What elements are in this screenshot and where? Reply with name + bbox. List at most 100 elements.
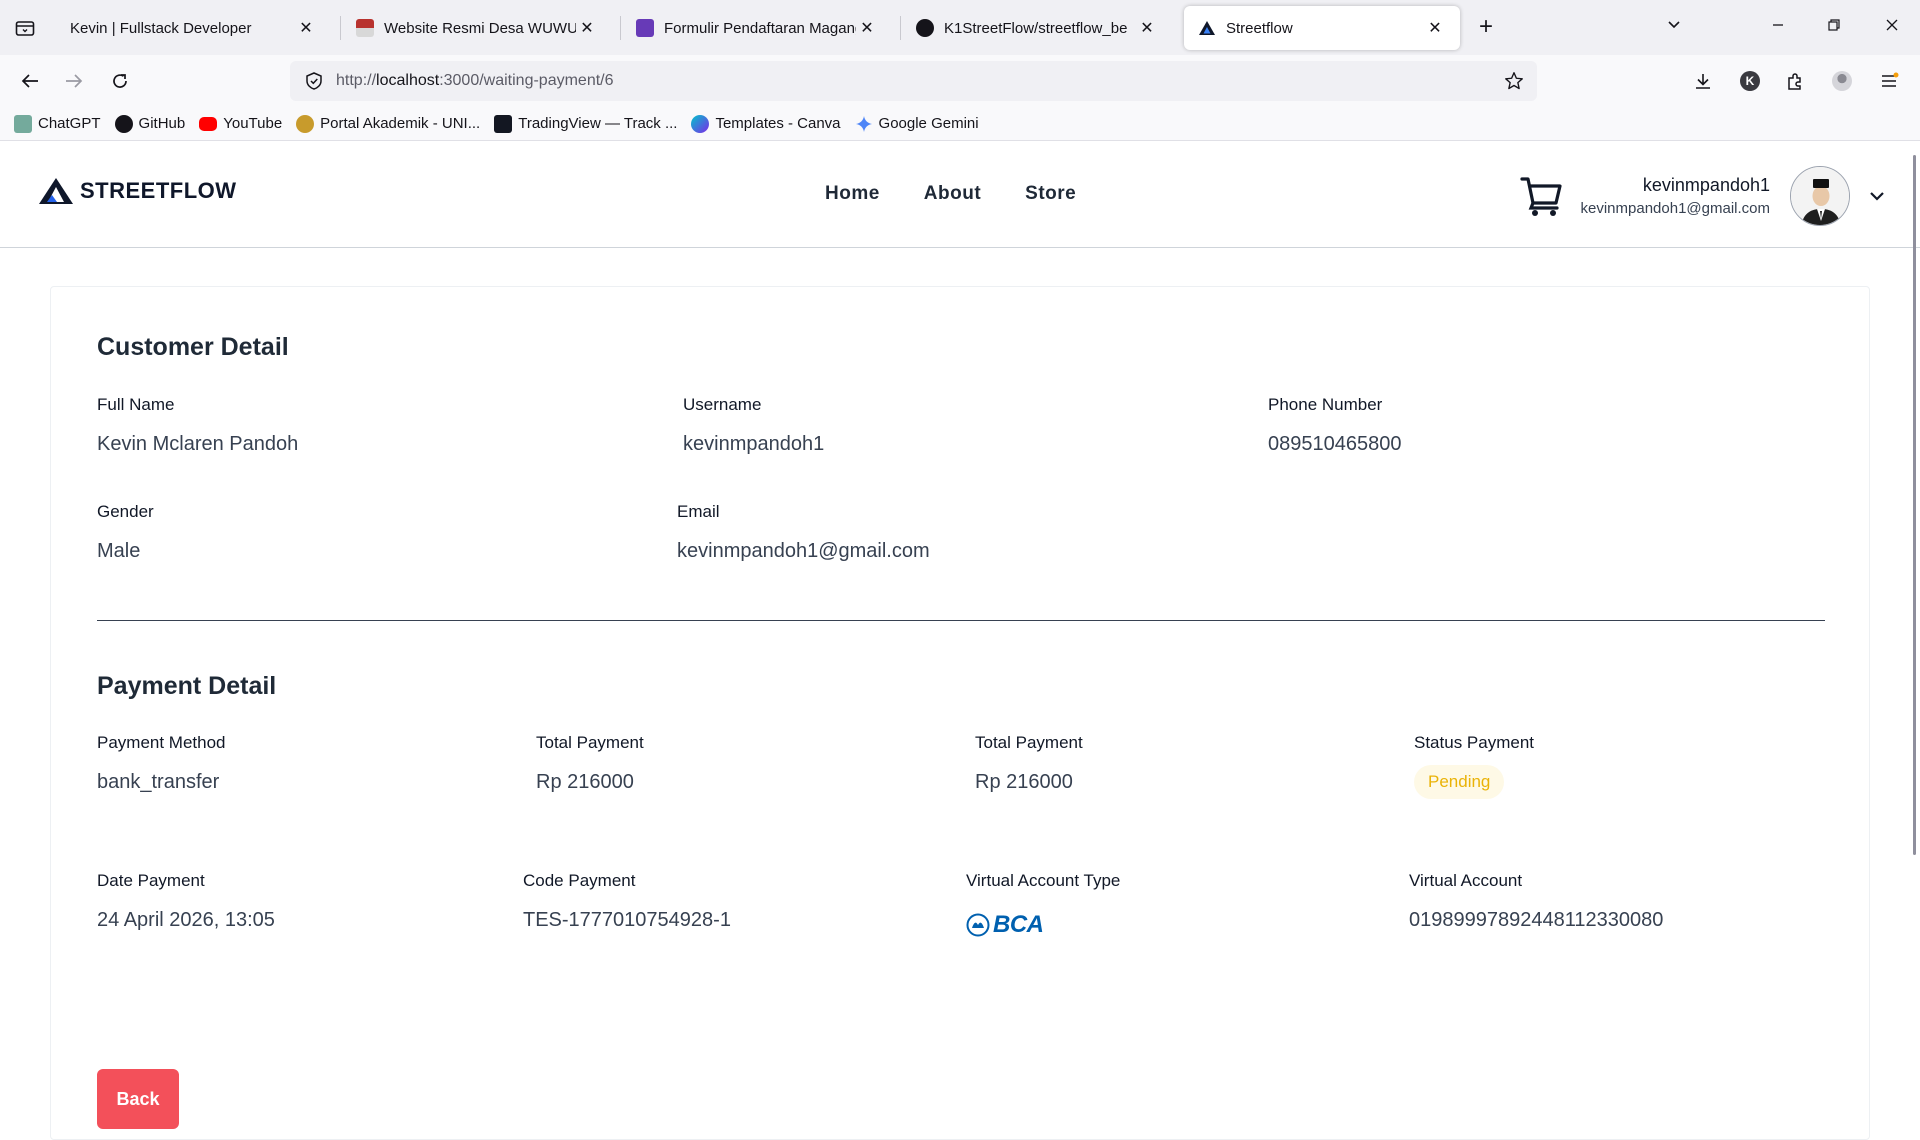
tradingview-icon: [494, 114, 513, 133]
brand-logo[interactable]: STREETFLOW: [38, 177, 237, 205]
total-payment-field-2: Total Payment Rp 216000: [975, 733, 1083, 794]
url-path: :3000/waiting-payment/6: [439, 72, 614, 89]
cart-icon[interactable]: [1520, 175, 1564, 217]
code-payment-field: Code Payment TES-1777010754928-1: [523, 871, 731, 932]
bookmark-label: Google Gemini: [878, 115, 979, 132]
bookmark-tradingview[interactable]: TradingView — Track ...: [494, 114, 678, 133]
new-tab-button[interactable]: +: [1472, 14, 1500, 42]
tab-formulir-magang[interactable]: Formulir Pendaftaran Magang - ✕: [622, 6, 892, 50]
tab-title: Formulir Pendaftaran Magang -: [664, 19, 856, 37]
restore-icon[interactable]: [1820, 14, 1848, 42]
site-header: STREETFLOW Home About Store kevinmpandoh…: [0, 141, 1920, 248]
date-payment-field: Date Payment 24 April 2026, 13:05: [97, 871, 275, 932]
tab-list-icon[interactable]: [12, 15, 38, 41]
bca-logo-text: BCA: [993, 911, 1044, 938]
bookmark-label: Portal Akademik - UNI...: [320, 115, 481, 132]
tab-title: K1StreetFlow/streetflow_be: [944, 19, 1128, 37]
extensions-puzzle-icon[interactable]: [1782, 68, 1808, 94]
url-text[interactable]: http://localhost:3000/waiting-payment/6: [336, 72, 614, 90]
customer-detail-title: Customer Detail: [97, 333, 289, 361]
full-name-field: Full Name Kevin Mclaren Pandoh: [97, 395, 298, 456]
username-field: Username kevinmpandoh1: [683, 395, 824, 456]
streetflow-favicon-icon: [1199, 21, 1215, 35]
chevron-down-icon[interactable]: [1866, 185, 1888, 207]
tab-title: Kevin | Fullstack Developer: [70, 19, 252, 37]
tab-overflow-chevron-icon[interactable]: [1660, 14, 1688, 42]
close-window-icon[interactable]: [1878, 14, 1906, 42]
field-label: Total Payment: [536, 733, 644, 752]
field-label: Status Payment: [1414, 733, 1535, 752]
field-value: kevinmpandoh1: [683, 433, 825, 455]
back-arrow-icon[interactable]: [16, 67, 44, 95]
address-bar[interactable]: http://localhost:3000/waiting-payment/6: [290, 61, 1537, 101]
bookmark-gemini[interactable]: Google Gemini: [855, 115, 979, 133]
github-icon: [916, 19, 934, 37]
email-field: Email kevinmpandoh1@gmail.com: [677, 502, 930, 563]
field-value: 089510465800: [1268, 433, 1402, 455]
nav-home-link[interactable]: Home: [825, 183, 880, 205]
gemini-icon: [855, 115, 872, 132]
field-value: 24 April 2026, 13:05: [97, 909, 275, 931]
tab-github-repo[interactable]: K1StreetFlow/streetflow_be ✕: [902, 6, 1172, 50]
nav-about-link[interactable]: About: [924, 183, 981, 205]
field-label: Username: [683, 395, 762, 414]
back-button[interactable]: Back: [97, 1069, 179, 1129]
forward-arrow-icon[interactable]: [60, 67, 88, 95]
field-label: Gender: [97, 502, 154, 521]
university-seal-icon: [296, 114, 315, 133]
main-menu: Home About Store: [825, 183, 1076, 205]
tab-desa-wuwuk[interactable]: Website Resmi Desa WUWUK ✕: [342, 6, 612, 50]
tab-title: Website Resmi Desa WUWUK: [384, 19, 576, 37]
bookmark-label: TradingView — Track ...: [518, 115, 678, 132]
tab-kevin-portfolio[interactable]: Kevin | Fullstack Developer ✕: [56, 6, 331, 50]
chatgpt-icon: [14, 114, 32, 133]
github-icon: [114, 114, 133, 133]
url-host: localhost: [376, 72, 440, 89]
profile-avatar-icon[interactable]: K: [1737, 68, 1763, 94]
field-label: Virtual Account Type: [966, 871, 1121, 890]
field-label: Payment Method: [97, 733, 226, 752]
site-info-shield-icon[interactable]: [304, 71, 324, 91]
bookmark-canva[interactable]: Templates - Canva: [691, 114, 841, 133]
bookmark-youtube[interactable]: YouTube: [199, 115, 282, 132]
account-icon[interactable]: [1829, 68, 1855, 94]
tab-streetflow[interactable]: Streetflow ✕: [1184, 6, 1460, 50]
status-payment-field: Status Payment Pending: [1414, 733, 1534, 799]
tab-separator: [620, 16, 621, 40]
user-email: kevinmpandoh1@gmail.com: [1580, 200, 1771, 217]
brand-name: STREETFLOW: [80, 178, 237, 203]
close-icon[interactable]: ✕: [576, 17, 598, 39]
close-icon[interactable]: ✕: [295, 17, 317, 39]
field-label: Full Name: [97, 395, 175, 414]
phone-number-field: Phone Number 089510465800: [1268, 395, 1401, 456]
bookmark-label: Templates - Canva: [715, 115, 841, 132]
field-value: 01989997892448112330080: [1409, 909, 1664, 931]
user-name: kevinmpandoh1: [1642, 175, 1770, 195]
reload-icon[interactable]: [106, 67, 134, 95]
field-value: Rp 216000: [536, 771, 634, 793]
avatar[interactable]: [1790, 166, 1850, 226]
desa-favicon-icon: [356, 19, 374, 37]
close-icon[interactable]: ✕: [856, 17, 878, 39]
virtual-account-field: Virtual Account 01989997892448112330080: [1409, 871, 1663, 932]
browser-navbar: http://localhost:3000/waiting-payment/6 …: [0, 55, 1920, 107]
page-scrollbar[interactable]: [1913, 155, 1916, 855]
nav-store-link[interactable]: Store: [1025, 183, 1076, 205]
app-menu-icon[interactable]: [1876, 68, 1902, 94]
bookmark-star-icon[interactable]: [1503, 70, 1525, 92]
youtube-icon: [199, 116, 218, 131]
user-info[interactable]: kevinmpandoh1 kevinmpandoh1@gmail.com: [1581, 175, 1771, 217]
field-label: Phone Number: [1268, 395, 1383, 414]
status-badge: Pending: [1414, 765, 1505, 799]
bookmark-portal-akademik[interactable]: Portal Akademik - UNI...: [296, 114, 481, 133]
download-icon[interactable]: [1690, 68, 1716, 94]
bookmark-github[interactable]: GitHub: [114, 114, 185, 133]
field-value: bank_transfer: [97, 771, 220, 793]
close-icon[interactable]: ✕: [1424, 17, 1446, 39]
streetflow-logo-icon: [39, 178, 73, 204]
minimize-icon[interactable]: [1764, 14, 1792, 42]
bookmark-label: ChatGPT: [38, 115, 101, 132]
close-icon[interactable]: ✕: [1136, 17, 1158, 39]
section-divider: [97, 620, 1825, 621]
bookmark-chatgpt[interactable]: ChatGPT: [14, 114, 101, 133]
